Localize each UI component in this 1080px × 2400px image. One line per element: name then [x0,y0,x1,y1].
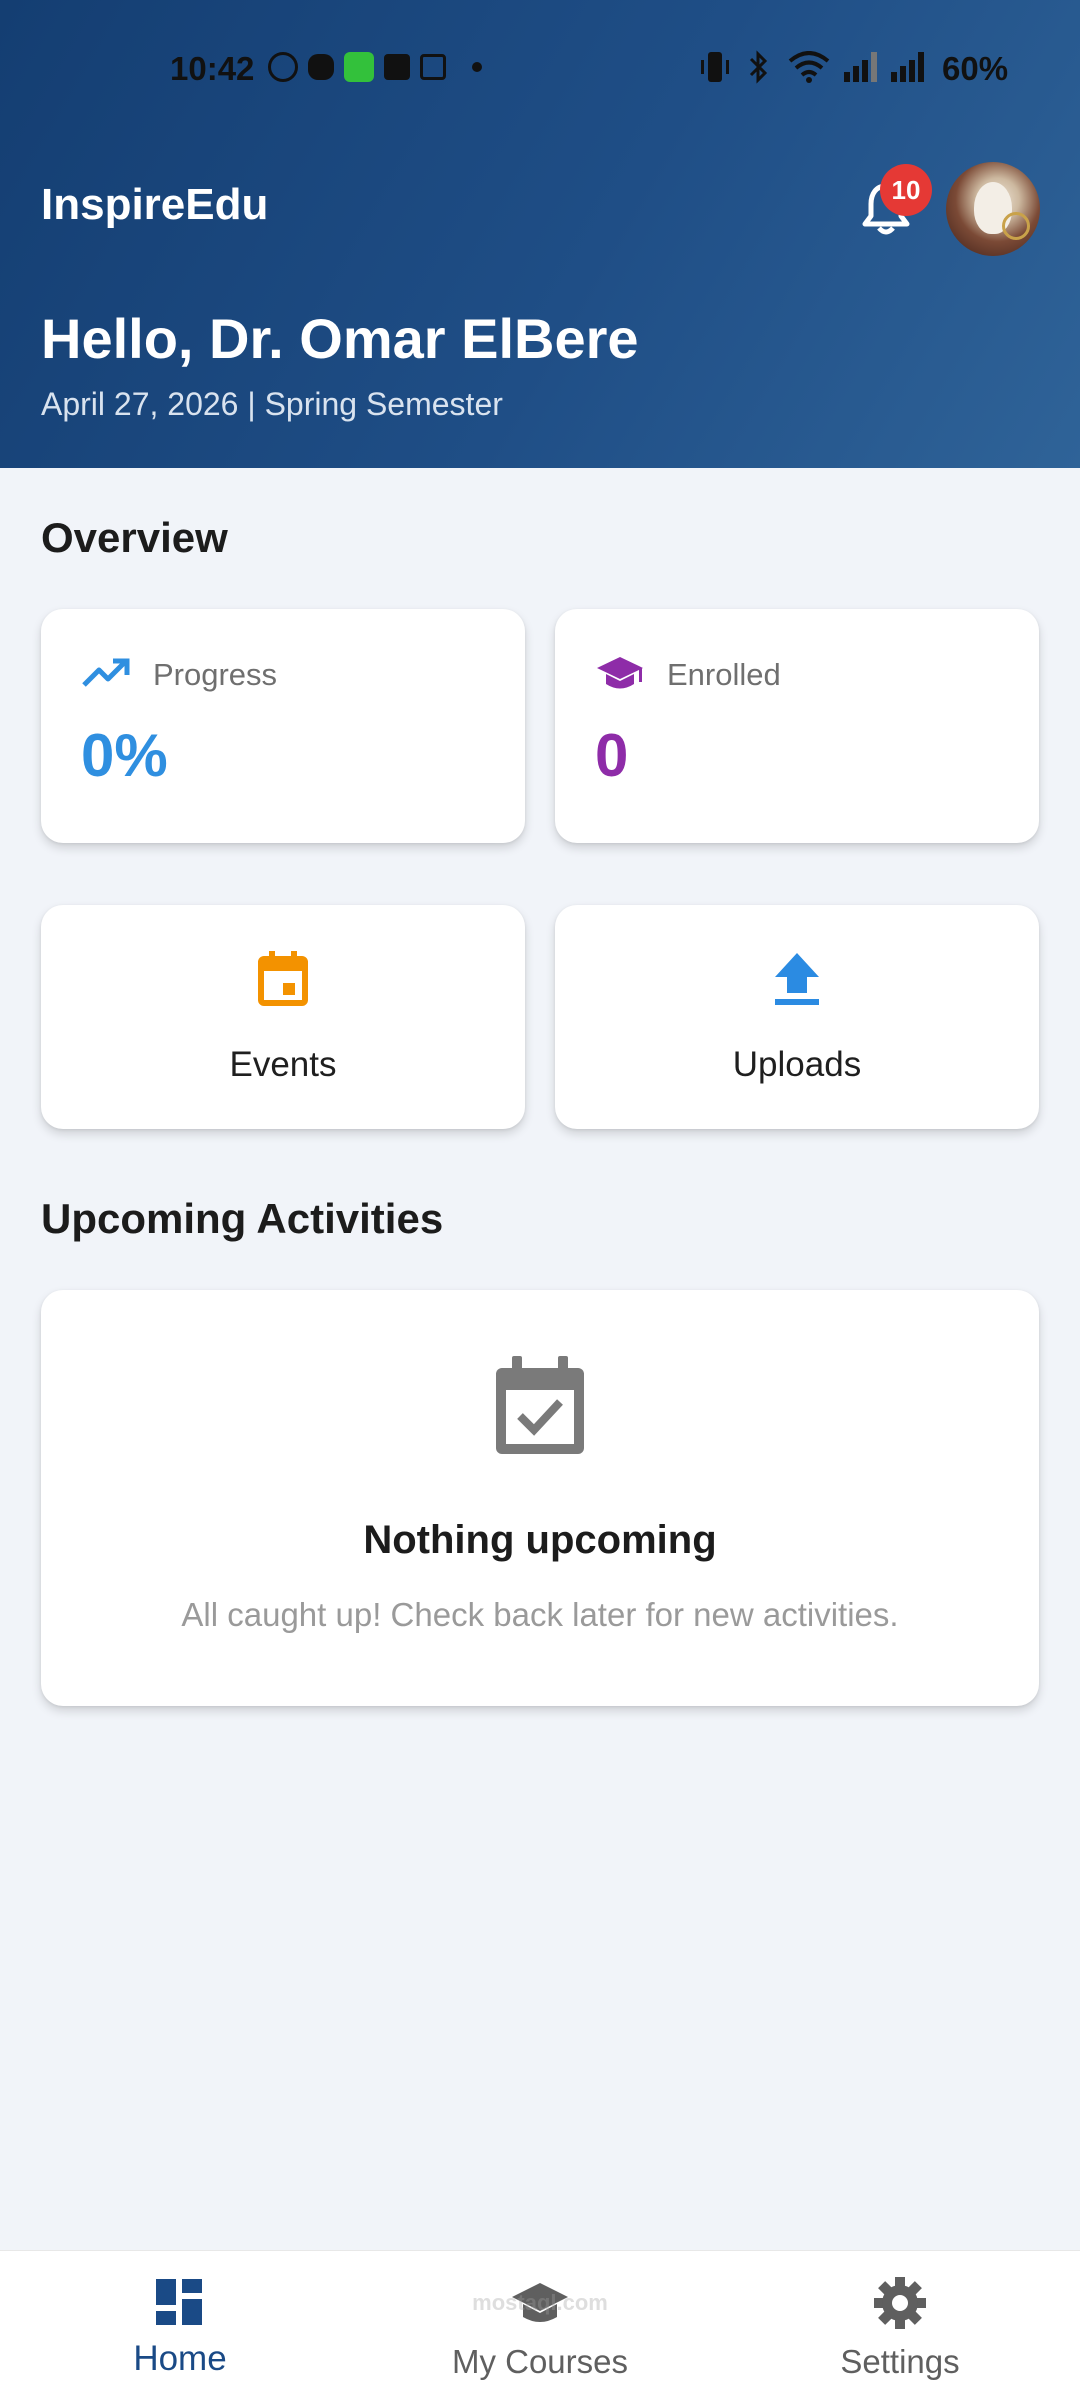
progress-label: Progress [153,657,278,692]
nav-my-courses[interactable]: My Courses [410,2251,670,2400]
progress-card[interactable]: Progress 0% [41,609,525,843]
upcoming-title: Upcoming Activities [41,1195,444,1242]
empty-title: Nothing upcoming [363,1518,717,1562]
enrolled-card[interactable]: Enrolled 0 [555,609,1039,843]
notification-badge[interactable]: 10 [880,164,932,216]
app-icon [384,54,410,80]
uploads-button[interactable]: Uploads [555,905,1039,1129]
enrolled-label: Enrolled [667,657,781,692]
cloud-icon [308,54,334,80]
dashboard-icon [156,2279,202,2325]
avatar[interactable] [946,162,1040,256]
more-notifications-icon [472,62,482,72]
upload-icon [775,953,819,1005]
app-header: 10:42 60% InspireEdu 10 Hello, Dr. Omar … [0,0,1080,468]
nav-my-courses-label: My Courses [451,2343,629,2380]
trending-up-icon [82,658,130,687]
events-label: Events [229,1045,337,1084]
system-icons [700,50,924,84]
bottom-nav: Home My Courses Settings [0,2250,1080,2400]
empty-text: All caught up! Check back later for new … [181,1596,899,1633]
status-time: 10:42 [170,50,255,87]
notification-icons [268,52,482,82]
graduation-cap-icon [597,657,643,689]
enrolled-value: 0 [595,722,629,789]
progress-value: 0% [81,722,168,789]
battery-level: 60% [942,50,1009,87]
greeting: Hello, Dr. Omar ElBere [41,307,639,370]
nav-home[interactable]: Home [50,2251,310,2400]
signal-icon-2 [891,52,924,82]
nav-settings[interactable]: Settings [770,2251,1030,2400]
uploads-label: Uploads [732,1045,862,1084]
bluetooth-icon [749,50,768,84]
calendar-icon [258,951,308,1006]
status-bar: 10:42 60% [0,0,1080,136]
nav-settings-label: Settings [840,2343,960,2380]
wifi-icon [788,51,830,83]
whatsapp-icon [268,52,298,82]
vibrate-icon [701,52,729,82]
watermark: mostaql.com [472,2290,608,2315]
overview-title: Overview [41,514,228,561]
upcoming-empty-card: Nothing upcoming All caught up! Check ba… [41,1290,1039,1706]
hand-icon [420,54,446,80]
messages-icon [344,52,374,82]
events-button[interactable]: Events [41,905,525,1129]
app-title: InspireEdu [41,180,269,229]
gear-icon [874,2277,926,2329]
signal-icon [844,52,877,82]
date-semester: April 27, 2026 | Spring Semester [41,386,503,422]
nav-home-label: Home [133,2339,227,2378]
calendar-check-icon [496,1356,584,1454]
